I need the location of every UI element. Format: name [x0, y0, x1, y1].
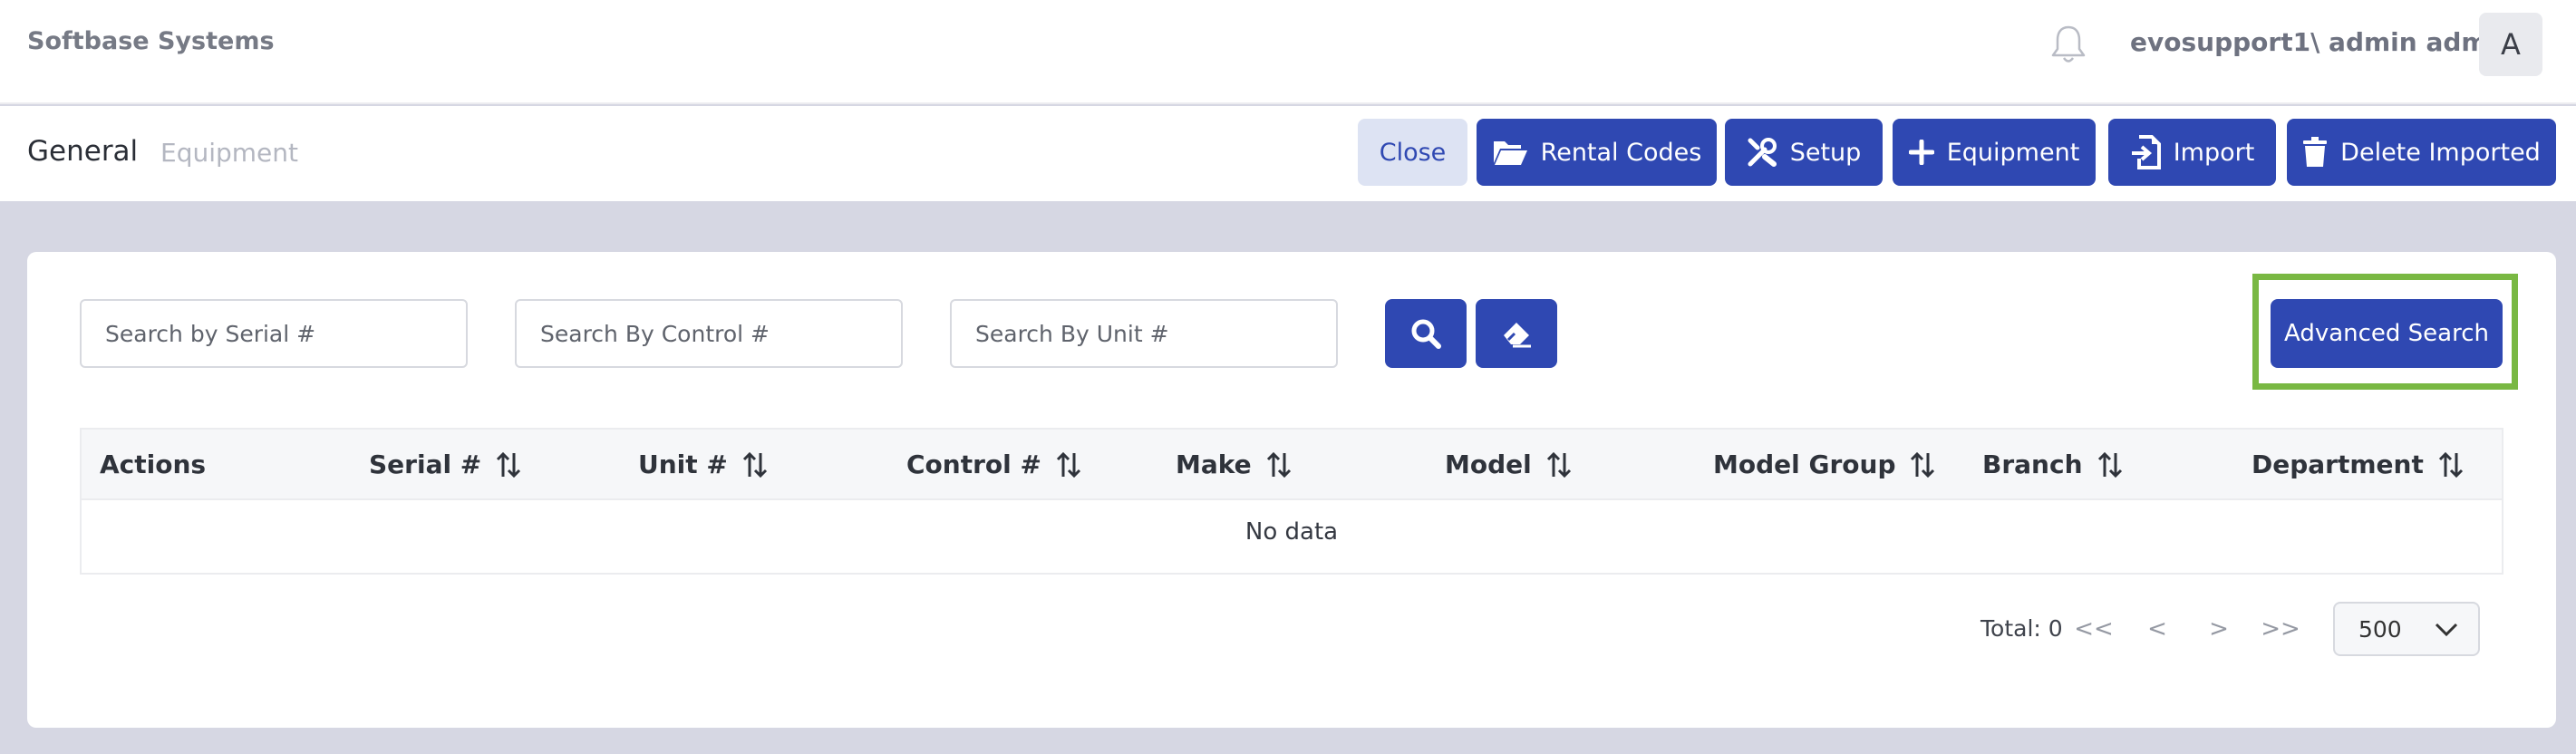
- column-label: Actions: [100, 450, 207, 479]
- sort-icon[interactable]: [1910, 451, 1935, 478]
- unit-search-input[interactable]: [950, 299, 1338, 368]
- page-size-value: 500: [2358, 615, 2402, 643]
- sort-icon[interactable]: [496, 451, 521, 478]
- sort-icon[interactable]: [742, 451, 768, 478]
- sort-icon[interactable]: [1546, 451, 1572, 478]
- search-button[interactable]: [1385, 299, 1467, 368]
- column-label: Make: [1176, 450, 1252, 479]
- sort-icon[interactable]: [2438, 451, 2464, 478]
- column-department[interactable]: Department: [2252, 450, 2464, 479]
- last-page-button[interactable]: >>: [2261, 609, 2300, 649]
- equipment-label: Equipment: [1946, 138, 2080, 167]
- column-label: Unit #: [638, 450, 728, 479]
- setup-button[interactable]: Setup: [1725, 119, 1883, 186]
- column-branch[interactable]: Branch: [1982, 450, 2123, 479]
- column-label: Department: [2252, 450, 2424, 479]
- column-model-group[interactable]: Model Group: [1713, 450, 1935, 479]
- eraser-icon: [1504, 323, 1531, 348]
- column-label: Model: [1445, 450, 1532, 479]
- equipment-table: Actions Serial # Unit # Control # Make M…: [80, 428, 2503, 575]
- brand-name: Softbase Systems: [27, 27, 275, 55]
- column-label: Branch: [1982, 450, 2083, 479]
- import-button[interactable]: Import: [2108, 119, 2276, 186]
- column-label: Model Group: [1713, 450, 1896, 479]
- sort-icon[interactable]: [1056, 451, 1081, 478]
- column-model[interactable]: Model: [1445, 450, 1572, 479]
- column-control[interactable]: Control #: [906, 450, 1081, 479]
- clear-search-button[interactable]: [1476, 299, 1557, 368]
- first-page-button[interactable]: <<: [2074, 609, 2114, 649]
- folder-open-icon: [1493, 141, 1527, 165]
- sort-icon[interactable]: [1266, 451, 1292, 478]
- search-icon: [1411, 319, 1441, 349]
- file-import-icon: [2131, 135, 2161, 169]
- column-label: Serial #: [369, 450, 482, 479]
- close-button-label: Close: [1379, 138, 1447, 167]
- bell-icon[interactable]: [2050, 24, 2087, 65]
- close-button[interactable]: Close: [1358, 119, 1467, 186]
- top-bar: Softbase Systems evosupport1\ admin admi…: [0, 0, 2576, 104]
- advanced-search-button[interactable]: Advanced Search: [2271, 299, 2503, 368]
- next-page-button[interactable]: >: [2201, 609, 2237, 649]
- empty-table-message: No data: [1244, 518, 1339, 546]
- prev-page-button[interactable]: <: [2139, 609, 2175, 649]
- add-equipment-button[interactable]: Equipment: [1893, 119, 2096, 186]
- total-count: Total: 0: [1980, 615, 2063, 642]
- rental-codes-label: Rental Codes: [1540, 138, 1702, 167]
- chevron-down-icon: [2435, 623, 2458, 637]
- tab-general[interactable]: General: [27, 135, 138, 168]
- sub-toolbar: General Equipment Close Rental Codes Set…: [0, 106, 2576, 201]
- column-make[interactable]: Make: [1176, 450, 1292, 479]
- sort-icon[interactable]: [2097, 451, 2123, 478]
- page-size-select[interactable]: 500: [2333, 602, 2480, 656]
- user-name[interactable]: evosupport1\ admin admin: [2130, 27, 2514, 57]
- table-header: Actions Serial # Unit # Control # Make M…: [82, 430, 2502, 500]
- rental-codes-button[interactable]: Rental Codes: [1477, 119, 1717, 186]
- setup-label: Setup: [1789, 138, 1862, 167]
- delete-imported-button[interactable]: Delete Imported: [2287, 119, 2556, 186]
- tab-equipment[interactable]: Equipment: [160, 138, 298, 168]
- delete-imported-label: Delete Imported: [2340, 138, 2541, 167]
- main-card: Advanced Search Actions Serial # Unit # …: [27, 252, 2556, 728]
- column-serial[interactable]: Serial #: [369, 450, 521, 479]
- import-label: Import: [2173, 138, 2255, 167]
- column-unit[interactable]: Unit #: [638, 450, 768, 479]
- column-actions: Actions: [100, 450, 206, 479]
- avatar[interactable]: A: [2479, 13, 2542, 76]
- column-label: Control #: [906, 450, 1041, 479]
- plus-icon: [1908, 140, 1934, 165]
- trash-icon: [2303, 137, 2328, 167]
- serial-search-input[interactable]: [80, 299, 468, 368]
- tools-icon: [1748, 138, 1777, 167]
- control-search-input[interactable]: [515, 299, 903, 368]
